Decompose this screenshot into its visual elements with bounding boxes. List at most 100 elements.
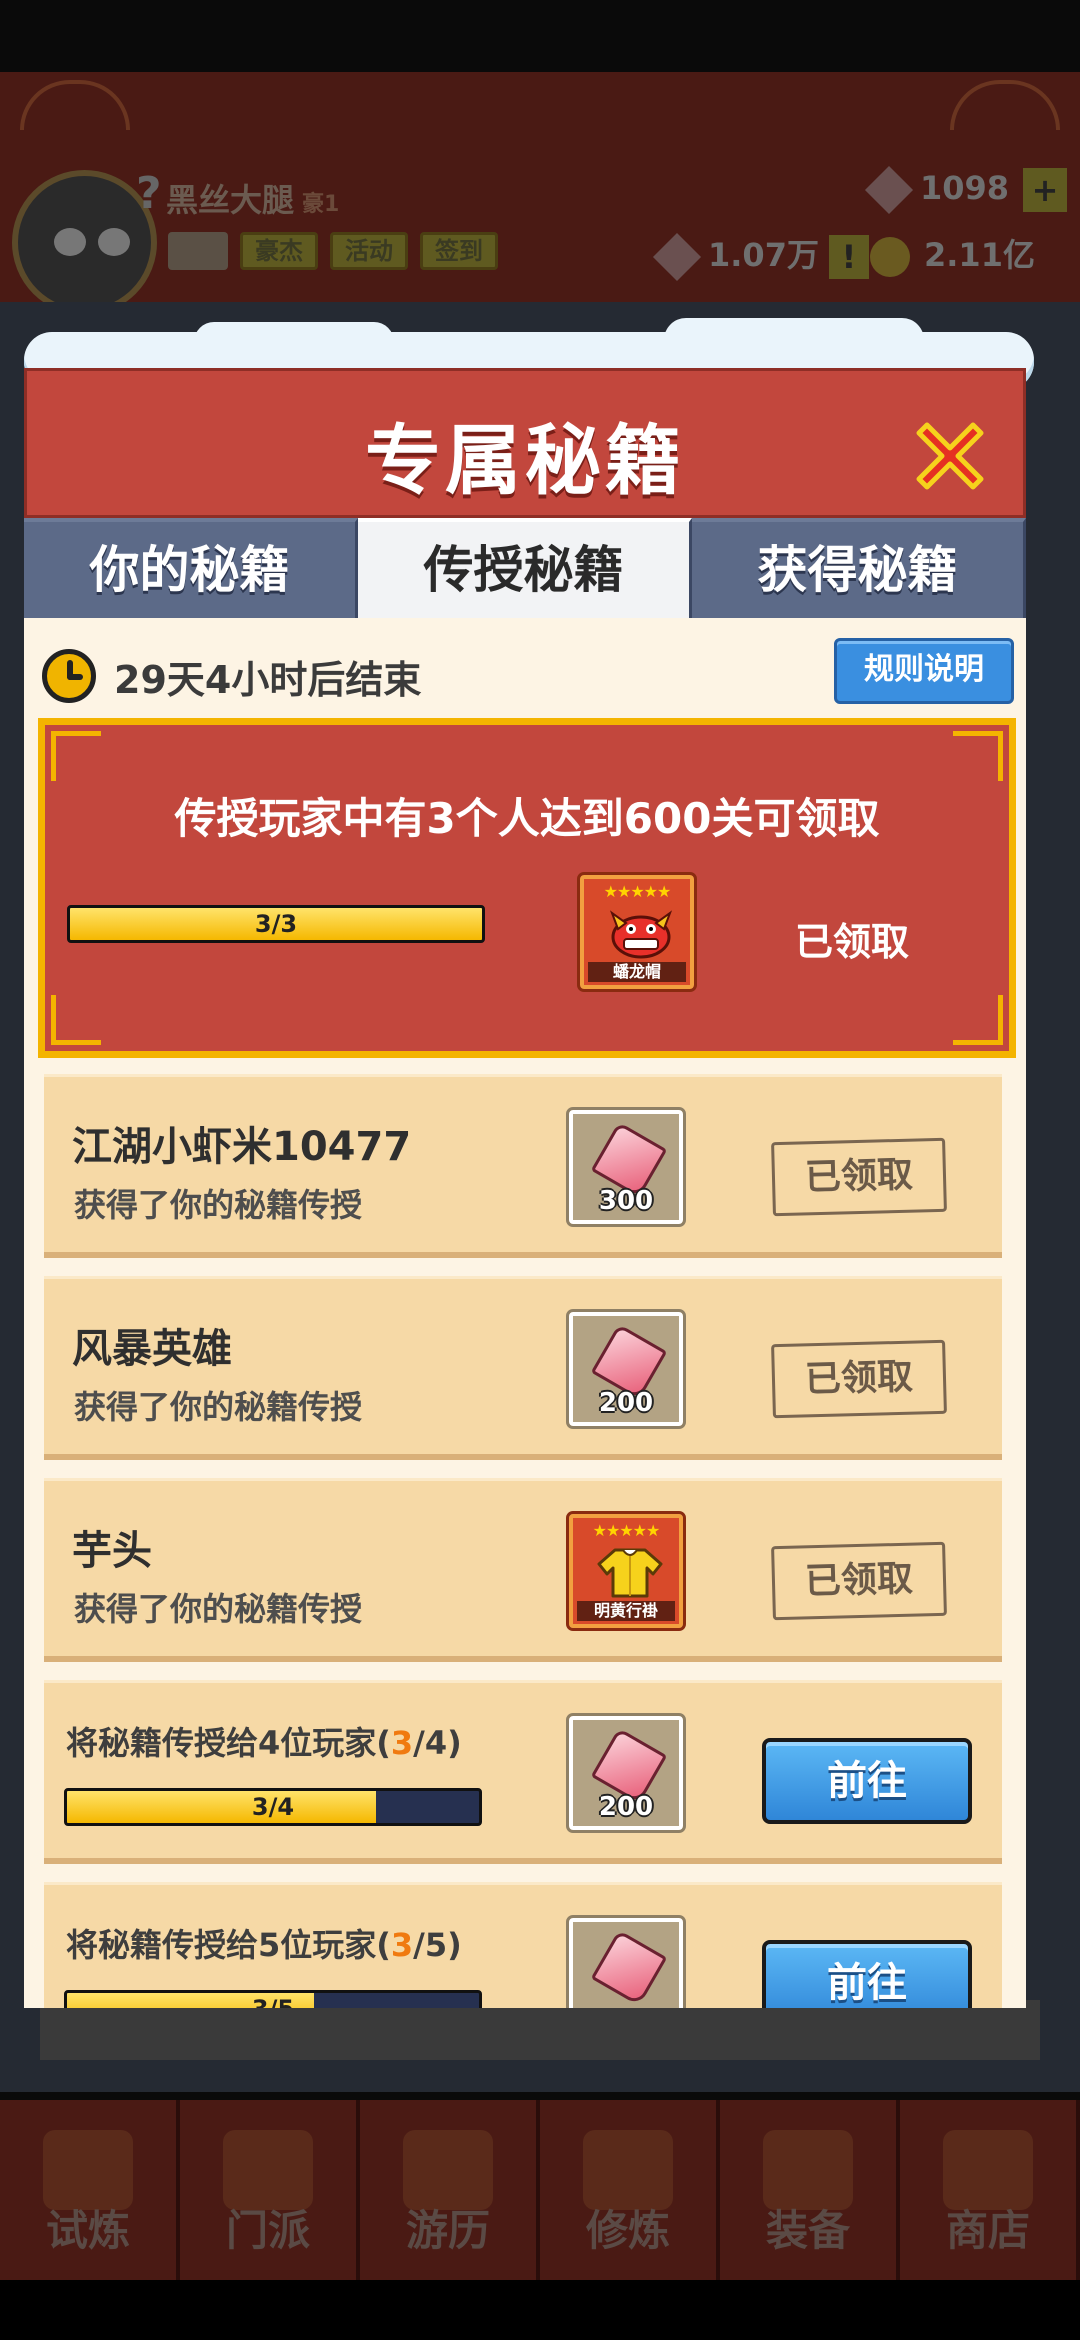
reward-gem[interactable]: 200: [566, 1713, 686, 1833]
close-button[interactable]: [905, 411, 995, 501]
dragon-hat-icon: [609, 910, 673, 959]
nav-shop[interactable]: 商店: [900, 2100, 1080, 2280]
hud-button-row: 豪杰 活动 签到: [168, 232, 498, 270]
power-icon: [652, 232, 702, 282]
progress-text: 3/4: [251, 1793, 295, 1821]
countdown-text: 29天4小时后结束: [114, 657, 422, 702]
nav-label: 修炼: [585, 2206, 670, 2255]
task-suffix: /4): [413, 1724, 462, 1762]
player-name-text: 黑丝大腿: [166, 181, 295, 219]
timer-row: 29天4小时后结束: [42, 646, 421, 706]
question-mark-icon: ?: [136, 168, 162, 219]
bottom-nav: 试炼 门派 游历 修炼 装备 商店: [0, 2100, 1080, 2280]
list-item: 芋头 获得了你的秘籍传授 ★★★★★ 明黄行褂 已领取: [44, 1478, 1002, 1662]
exclusive-secret-modal: 专属秘籍 你的秘籍 传授秘籍 获得秘籍 29天4小时后结束 规则说明 传授玩家中…: [24, 318, 1034, 2008]
rules-button[interactable]: 规则说明: [834, 638, 1014, 704]
gem-icon: [590, 1929, 668, 2007]
reward-qty: 300: [598, 1186, 654, 1216]
nav-cultivate[interactable]: 修炼: [540, 2100, 720, 2280]
nav-label: 商店: [945, 2206, 1030, 2255]
coin-icon: [870, 237, 910, 277]
close-icon: [916, 422, 984, 490]
star-rating: ★★★★★: [603, 882, 672, 901]
power-counter: 1.07万!: [652, 230, 869, 282]
task-progress: 3/5: [64, 1990, 482, 2008]
progress-text: 3/3: [254, 910, 298, 938]
claimed-stamp: 已领取: [771, 1137, 947, 1217]
task-current: 3: [390, 1724, 414, 1762]
task-title: 将秘籍传授给5位玩家(3/5): [66, 1920, 462, 1966]
gem-counter: 1098 +: [864, 165, 1068, 215]
gem-icon: [864, 165, 914, 215]
add-gems-button[interactable]: +: [1023, 168, 1068, 212]
reward-dragon-hat[interactable]: ★★★★★ 蟠龙帽: [577, 872, 697, 992]
task-suffix: /5): [413, 1926, 462, 1964]
star-rating: ★★★★★: [592, 1521, 661, 1540]
task-prefix: 将秘籍传授给4位玩家(: [66, 1724, 391, 1762]
coin-value: 2.11亿: [924, 236, 1035, 274]
avatar-eye-icon: [54, 228, 86, 256]
yellow-jacket-icon: [597, 1548, 663, 1598]
main-task-card: 传授玩家中有3个人达到600关可领取 3/3 ★★★★★ 蟠龙帽 已领取: [38, 718, 1016, 1058]
player-name: 黑丝大腿 豪1: [166, 175, 339, 221]
corner-ornament: [51, 731, 101, 781]
alert-icon[interactable]: !: [828, 235, 869, 279]
item-desc: 获得了你的秘籍传授: [74, 1186, 363, 1224]
corner-ornament: [953, 731, 1003, 781]
modal-shadow: [40, 2000, 1040, 2060]
app-screen: ? 黑丝大腿 豪1 豪杰 活动 签到 1098 + 1.07万! 2.11亿 试炼 …: [0, 0, 1080, 2340]
tab-your-secret[interactable]: 你的秘籍: [24, 518, 358, 618]
tab-bar: 你的秘籍 传授秘籍 获得秘籍: [24, 518, 1026, 618]
mail-icon[interactable]: [168, 232, 228, 270]
nav-label: 游历: [405, 2206, 490, 2255]
list-item: 江湖小虾米10477 获得了你的秘籍传授 300 已领取: [44, 1074, 1002, 1258]
player-rank: 豪1: [302, 192, 340, 217]
item-desc: 获得了你的秘籍传授: [74, 1388, 363, 1426]
cloud-ornament-icon: [950, 80, 1060, 130]
claimed-stamp: 已领取: [771, 1339, 947, 1419]
task-item: 将秘籍传授给5位玩家(3/5) 3/5 前往: [44, 1882, 1002, 2008]
task-progress: 3/4: [64, 1788, 482, 1826]
task-title: 将秘籍传授给4位玩家(3/4): [66, 1718, 462, 1764]
reward-gem[interactable]: 200: [566, 1309, 686, 1429]
power-value: 1.07万: [708, 236, 819, 274]
item-desc: 获得了你的秘籍传授: [74, 1590, 363, 1628]
task-item: 将秘籍传授给4位玩家(3/4) 3/4 200 前往: [44, 1680, 1002, 1864]
progress-text: 3/5: [67, 1993, 479, 2008]
coin-counter: 2.11亿: [870, 230, 1035, 277]
reward-gem[interactable]: [566, 1915, 686, 2008]
reward-qty: 200: [598, 1792, 654, 1822]
tab-obtain-secret[interactable]: 获得秘籍: [692, 518, 1026, 618]
avatar-eye-icon: [98, 228, 130, 256]
reward-yellow-jacket[interactable]: ★★★★★ 明黄行褂: [566, 1511, 686, 1631]
player-name: 江湖小虾米10477: [72, 1124, 412, 1170]
nav-sect[interactable]: 门派: [180, 2100, 360, 2280]
player-name: 风暴英雄: [72, 1326, 232, 1372]
go-button[interactable]: 前往: [762, 1738, 972, 1824]
cloud-ornament-icon: [20, 80, 130, 130]
nav-trial[interactable]: 试炼: [0, 2100, 180, 2280]
hero-button[interactable]: 豪杰: [240, 232, 318, 270]
reward-name: 蟠龙帽: [588, 962, 686, 982]
go-button[interactable]: 前往: [762, 1940, 972, 2008]
claimed-status: 已领取: [795, 920, 910, 964]
avatar[interactable]: ?: [12, 168, 162, 315]
player-name: 芋头: [72, 1528, 152, 1574]
corner-ornament: [51, 995, 101, 1045]
gem-count: 1098: [920, 169, 1010, 207]
tab-content: 29天4小时后结束 规则说明 传授玩家中有3个人达到600关可领取 3/3 ★★…: [24, 618, 1026, 2008]
main-task-title: 传授玩家中有3个人达到600关可领取: [174, 794, 880, 843]
tab-teach-secret[interactable]: 传授秘籍: [358, 518, 692, 618]
task-prefix: 将秘籍传授给5位玩家(: [66, 1926, 391, 1964]
nav-travel[interactable]: 游历: [360, 2100, 540, 2280]
nav-label: 门派: [225, 2206, 310, 2255]
reward-qty: 200: [598, 1388, 654, 1418]
event-button[interactable]: 活动: [330, 232, 408, 270]
nav-label: 试炼: [45, 2206, 130, 2255]
signin-button[interactable]: 签到: [420, 232, 498, 270]
modal-header: 专属秘籍: [24, 368, 1026, 518]
modal-title: 专属秘籍: [365, 416, 685, 505]
reward-gem[interactable]: 300: [566, 1107, 686, 1227]
main-task-progress: 3/3: [67, 905, 485, 943]
nav-equipment[interactable]: 装备: [720, 2100, 900, 2280]
